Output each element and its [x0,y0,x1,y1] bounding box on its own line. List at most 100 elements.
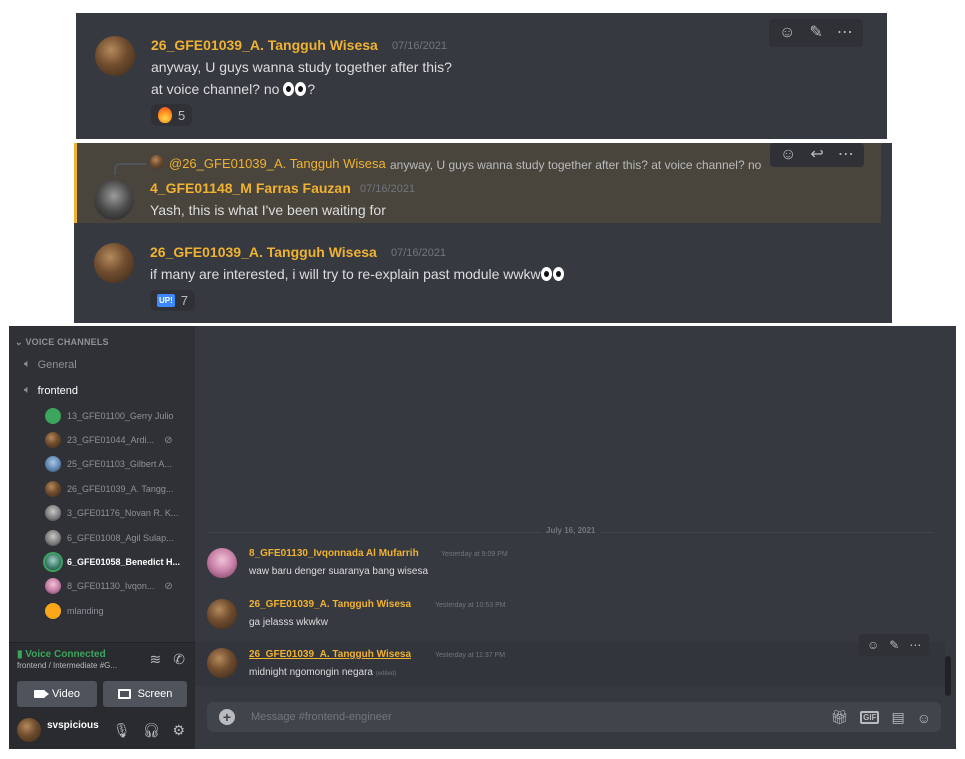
add-reaction-icon[interactable]: ☺ [779,25,795,41]
microphone-icon[interactable]: 🎙︎ [113,722,131,739]
edited-tag: (edited) [375,671,397,677]
message-author[interactable]: 26_GFE01039_A. Tangguh Wisesa [151,37,378,53]
author-avatar[interactable] [94,180,134,220]
screen-icon [117,689,131,699]
message-actions-bar: ☺ ✎ ⋯ [769,19,863,47]
message-author[interactable]: 26_GFE01039_A. Tangguh Wisesa [150,244,377,260]
message-text-line: if many are interested, i will try to re… [150,266,565,284]
disconnect-icon[interactable]: ✆ [173,651,185,668]
signal-icon: ▮ [17,649,23,660]
message-author[interactable]: 26_GFE01039_A. Tangguh Wisesa [249,599,411,610]
message-text: at voice channel? no [151,81,280,97]
message-timestamp: Yesterday at 9:09 PM [441,551,508,558]
voice-user-name: 6_GFE01058_Benedict H... [67,557,181,567]
voice-user-name: 6_GFE01008_Agil Sulap... [67,533,174,543]
more-icon[interactable]: ⋯ [909,639,921,651]
voice-user-name: 3_GFE01176_Novan R. K... [67,508,179,518]
gear-icon[interactable]: ⚙ [172,722,185,739]
message-text: if many are interested, i will try to re… [150,266,541,282]
channel-label: frontend [37,384,78,397]
voice-user[interactable]: 26_GFE01039_A. Tangg... [45,480,173,498]
headphones-icon[interactable]: 🎧︎ [143,722,161,739]
avatar [45,554,61,570]
avatar [45,603,61,619]
avatar [45,481,61,497]
edit-icon[interactable]: ✎ [809,25,822,41]
channel-frontend[interactable]: 🔈︎ frontend [24,384,78,397]
voice-user[interactable]: mlanding [45,602,104,620]
category-label: VOICE CHANNELS [25,337,109,347]
voice-controls: ≋ ✆ [150,651,185,668]
message-author[interactable]: 4_GFE01148_M Farras Fauzan [150,180,351,196]
gif-icon[interactable]: GIF [860,711,880,724]
message-input[interactable]: Message #frontend-engineer [251,711,392,723]
message-panel-1: 26_GFE01039_A. Tangguh Wisesa 07/16/2021… [76,13,887,139]
channel-label: General [37,358,77,371]
reply-preview[interactable]: anyway, U guys wanna study together afte… [390,158,761,172]
reaction-fire[interactable]: 5 [151,104,193,126]
voice-user[interactable]: 13_GFE01100_Gerry Julio [45,407,173,425]
voice-user[interactable]: 6_GFE01008_Agil Sulap... [45,529,174,547]
message-text-line-1: anyway, U guys wanna study together afte… [151,59,452,75]
edit-icon[interactable]: ✎ [889,639,899,651]
screen-share-button[interactable]: Screen [103,681,187,707]
reaction-count: 7 [180,293,189,308]
avatar [45,530,61,546]
reaction-up[interactable]: UP! 7 [150,290,196,311]
author-avatar[interactable] [94,243,134,283]
scrollbar[interactable] [945,656,951,696]
message-composer[interactable]: + Message #frontend-engineer 🎁︎ GIF ▤ ☺ [207,702,941,732]
sticker-icon[interactable]: ▤ [891,709,904,726]
avatar [45,432,61,448]
current-username[interactable]: svspicious [47,720,99,731]
voice-user-speaking[interactable]: 6_GFE01058_Benedict H... [45,553,180,571]
voice-connected-status[interactable]: ▮ Voice Connected [17,649,106,660]
user-controls: 🎙︎ 🎧︎ ⚙ [113,722,185,739]
reply-author[interactable]: @26_GFE01039_A. Tangguh Wisesa [169,156,386,171]
screen-label: Screen [137,688,173,700]
message-panel-2: @26_GFE01039_A. Tangguh Wisesa anyway, U… [74,143,892,323]
more-icon[interactable]: ⋯ [838,147,854,163]
voice-user[interactable]: 8_GFE01130_Ivqon... ⊘ [45,577,173,595]
channel-sidebar: ⌄ VOICE CHANNELS 🔈︎ General 🔈︎ frontend … [9,326,195,749]
video-button[interactable]: Video [17,681,97,707]
voice-user[interactable]: 23_GFE01044_Ardi... ⊘ [45,431,172,449]
avatar [45,505,61,521]
message-text-line-2: at voice channel? no ? [151,81,315,99]
mic-muted-icon: ⊘ [164,434,173,446]
voice-connected-label: Voice Connected [25,649,106,660]
upload-plus-icon[interactable]: + [219,709,235,725]
composer-tools: 🎁︎ GIF ▤ ☺ [830,709,931,726]
message-author[interactable]: 8_GFE01130_Ivqonnada Al Mufarrih [249,548,419,559]
voice-user-name: 23_GFE01044_Ardi... [67,435,155,445]
add-reaction-icon[interactable]: ☺ [780,147,796,163]
voice-category-header[interactable]: ⌄ VOICE CHANNELS [15,337,109,348]
author-avatar[interactable] [207,548,237,578]
voice-user[interactable]: 3_GFE01176_Novan R. K... [45,504,178,522]
avatar [45,408,61,424]
voice-user[interactable]: 25_GFE01103_Gilbert A... [45,455,172,473]
camera-icon [34,690,50,698]
message-text: ga jelasss wkwkw [249,617,328,628]
up-emoji-icon: UP! [157,294,175,307]
eyes-emoji-icon [283,82,307,99]
channel-general[interactable]: 🔈︎ General [24,358,77,371]
avatar[interactable] [17,718,41,742]
author-avatar[interactable] [207,648,237,678]
noise-suppression-icon[interactable]: ≋ [150,651,162,668]
voice-user-name: 8_GFE01130_Ivqon... [67,581,155,591]
message-text: Yash, this is what I've been waiting for [150,202,386,218]
chat-area: July 16, 2021 8_GFE01130_Ivqonnada Al Mu… [195,326,956,749]
reply-avatar [150,155,164,169]
emoji-icon[interactable]: ☺ [917,710,931,726]
author-avatar[interactable] [95,36,135,76]
reply-icon[interactable]: ↩ [810,147,823,163]
add-reaction-icon[interactable]: ☺ [867,639,879,651]
speaker-icon: 🔈︎ [24,384,31,396]
message-text: midnight ngomongin negara [249,667,373,678]
voice-user-name: 26_GFE01039_A. Tangg... [67,484,174,494]
author-avatar[interactable] [207,599,237,629]
more-icon[interactable]: ⋯ [837,25,853,41]
message-author[interactable]: 26_GFE01039_A. Tangguh Wisesa [249,649,411,660]
gift-icon[interactable]: 🎁︎ [830,709,848,726]
